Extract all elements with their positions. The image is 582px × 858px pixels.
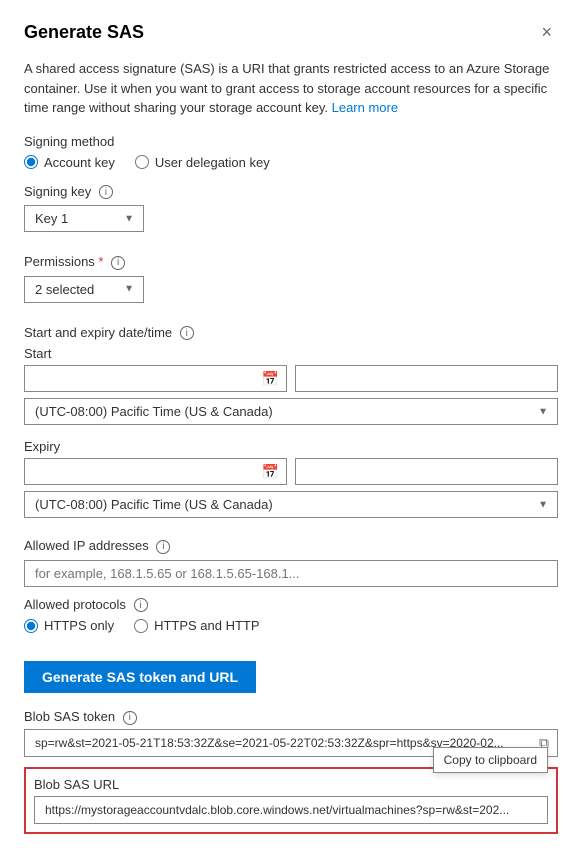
close-button[interactable]: × (535, 20, 558, 45)
signing-key-label: Signing key i (24, 184, 558, 200)
signing-key-section: Signing key i Key 1 Key 2 ▼ (24, 184, 558, 245)
allowed-protocols-label: Allowed protocols i (24, 597, 558, 613)
blob-sas-url-section: Copy to clipboard Blob SAS URL https://m… (24, 767, 558, 834)
signing-method-section: Signing method Account key User delegati… (24, 134, 558, 170)
generate-sas-dialog: Generate SAS × A shared access signature… (0, 0, 582, 858)
signing-key-select[interactable]: Key 1 Key 2 (24, 205, 144, 232)
learn-more-link[interactable]: Learn more (332, 100, 398, 115)
start-timezone-select[interactable]: (UTC-08:00) Pacific Time (US & Canada) (24, 398, 558, 425)
https-only-label: HTTPS only (44, 618, 114, 633)
expiry-date-wrapper: 05/21/2021 📅 (24, 458, 287, 485)
dialog-header: Generate SAS × (24, 20, 558, 45)
permissions-select-wrapper: 2 selected ▼ (24, 276, 144, 303)
expiry-time-wrapper: 7:53:32 PM (295, 458, 558, 485)
permissions-select[interactable]: 2 selected (24, 276, 144, 303)
start-datetime-row: 05/21/2021 📅 11:53:32 AM (24, 365, 558, 392)
permissions-label: Permissions * i (24, 254, 558, 270)
allowed-ip-label: Allowed IP addresses i (24, 538, 558, 554)
start-time-wrapper: 11:53:32 AM (295, 365, 558, 392)
start-label: Start (24, 346, 558, 361)
blob-sas-url-label: Blob SAS URL (34, 777, 548, 792)
datetime-section: Start and expiry date/time i Start 05/21… (24, 325, 558, 529)
expiry-date-input[interactable]: 05/21/2021 (24, 458, 287, 485)
expiry-timezone-wrapper: (UTC-08:00) Pacific Time (US & Canada) ▼ (24, 491, 558, 518)
permissions-section: Permissions * i 2 selected ▼ (24, 254, 558, 315)
blob-sas-token-info-icon[interactable]: i (123, 711, 137, 725)
blob-sas-url-value: https://mystorageaccountvdalc.blob.core.… (34, 796, 548, 824)
copy-to-clipboard-tooltip[interactable]: Copy to clipboard (433, 747, 548, 773)
description-text: A shared access signature (SAS) is a URI… (24, 59, 558, 118)
allowed-ip-section: Allowed IP addresses i (24, 538, 558, 587)
allowed-ip-input[interactable] (24, 560, 558, 587)
start-time-input[interactable]: 11:53:32 AM (295, 365, 558, 392)
generate-sas-button[interactable]: Generate SAS token and URL (24, 661, 256, 693)
start-timezone-wrapper: (UTC-08:00) Pacific Time (US & Canada) ▼ (24, 398, 558, 425)
dialog-title: Generate SAS (24, 22, 144, 43)
start-date-input[interactable]: 05/21/2021 (24, 365, 287, 392)
https-http-label: HTTPS and HTTP (154, 618, 259, 633)
expiry-datetime-row: 05/21/2021 📅 7:53:32 PM (24, 458, 558, 485)
permissions-info-icon[interactable]: i (111, 256, 125, 270)
expiry-time-input[interactable]: 7:53:32 PM (295, 458, 558, 485)
expiry-label: Expiry (24, 439, 558, 454)
expiry-timezone-select[interactable]: (UTC-08:00) Pacific Time (US & Canada) (24, 491, 558, 518)
permissions-required: * (98, 254, 103, 269)
allowed-protocols-radio-group: HTTPS only HTTPS and HTTP (24, 618, 558, 633)
allowed-protocols-info-icon[interactable]: i (134, 598, 148, 612)
allowed-ip-info-icon[interactable]: i (156, 540, 170, 554)
signing-method-label: Signing method (24, 134, 558, 149)
user-delegation-key-label: User delegation key (155, 155, 270, 170)
allowed-ip-input-wrapper (24, 560, 558, 587)
blob-sas-token-label: Blob SAS token i (24, 709, 558, 725)
https-http-radio[interactable]: HTTPS and HTTP (134, 618, 259, 633)
https-only-radio[interactable]: HTTPS only (24, 618, 114, 633)
signing-method-radio-group: Account key User delegation key (24, 155, 558, 170)
signing-key-select-wrapper: Key 1 Key 2 ▼ (24, 205, 144, 232)
account-key-radio[interactable]: Account key (24, 155, 115, 170)
allowed-protocols-section: Allowed protocols i HTTPS only HTTPS and… (24, 597, 558, 634)
user-delegation-key-radio[interactable]: User delegation key (135, 155, 270, 170)
datetime-info-icon[interactable]: i (180, 326, 194, 340)
account-key-label: Account key (44, 155, 115, 170)
start-date-wrapper: 05/21/2021 📅 (24, 365, 287, 392)
signing-key-info-icon[interactable]: i (99, 185, 113, 199)
datetime-label: Start and expiry date/time i (24, 325, 558, 341)
